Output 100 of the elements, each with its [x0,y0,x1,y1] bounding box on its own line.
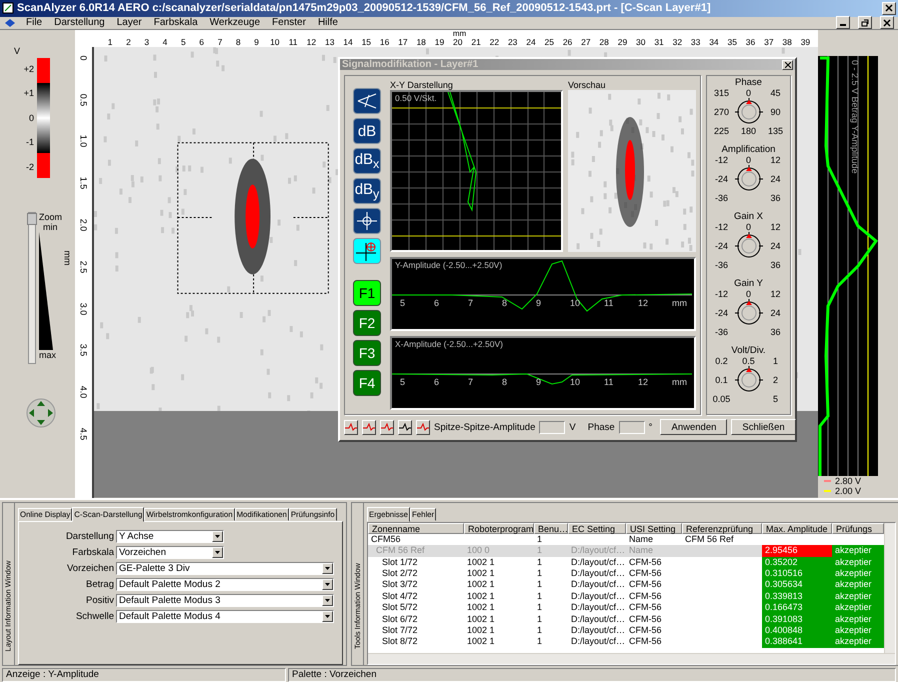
dropdown[interactable]: GE-Palette 3 Div [116,562,334,574]
table-cell: 1 [534,545,568,557]
table-cell-text: 1002 1 [466,556,496,568]
table-cell-text: 1002 1 [466,602,496,614]
db-button[interactable]: dB [353,118,381,144]
dropdown-arrow-icon [325,582,330,586]
knob-scale-label: -12 [714,222,728,232]
menu-item[interactable]: Farbskala [152,17,200,28]
dropdown-arrow-icon [215,550,220,554]
function-button[interactable]: F3 [353,340,381,366]
tool-button[interactable] [353,88,381,114]
field-label: Positiv [85,594,114,606]
column-header[interactable]: Benu… [534,522,568,534]
knob-scale-label: 24 [770,174,780,184]
axis-number: 9 [536,377,542,388]
profile-axis-label: 0 - 2.5 V Betrag Y-Amplitude [850,60,860,174]
ruler-number: 1.0 [78,135,88,148]
vertical-scrollbar[interactable] [884,522,895,653]
knob-title: Gain Y [734,278,763,290]
axis-number: 10 [570,298,582,308]
db-button[interactable]: dB$_{x}$ [353,148,381,174]
ruler-number: 25 [544,38,555,47]
table-cell: akzeptier [832,636,884,648]
tool-button[interactable] [353,208,381,234]
column-header[interactable]: Prüfungs [832,522,884,534]
dropdown[interactable]: Default Palette Modus 3 [116,594,334,606]
axis-number: 6 [434,377,440,388]
db-button[interactable]: dB$_{y}$ [353,178,381,204]
close-icon [883,18,891,27]
dialog-button[interactable]: Schließen [731,419,796,435]
table-cell-text: D:/layout/cf… [570,579,626,591]
table-cell-text: Name [628,534,654,546]
ruler-number: 30 [635,38,646,47]
horizontal-scrollbar[interactable] [368,653,895,664]
column-header[interactable]: Max. Amplitude [762,522,832,534]
dropdown[interactable]: Default Palette Modus 2 [116,578,334,590]
amplitude-field[interactable] [539,420,566,434]
ruler-number: 37 [763,38,775,47]
rotary-knob[interactable] [734,98,764,126]
table-cell-text: 1 [536,636,544,648]
tool-button[interactable] [353,238,381,264]
dropdown[interactable]: Y Achse [116,530,224,542]
trace-title: Y-Amplitude (-2.50...+2.50V) [395,260,502,270]
function-button[interactable]: F4 [353,370,381,396]
scale-label: 0 [28,112,34,125]
scale-label: -1 [26,137,34,150]
axis-number: 5 [400,377,406,388]
ruler-number: 9 [253,38,260,47]
rotary-knob[interactable] [734,299,764,328]
function-button[interactable]: F2 [353,310,381,336]
ruler-number: 3.5 [78,344,88,357]
axis-number: 11 [604,377,614,388]
table-cell: 2.95456 [762,545,832,557]
knob-scale-label: -24 [714,308,728,318]
menu-item[interactable]: Werkzeuge [208,17,262,28]
rotary-knob[interactable] [734,232,764,260]
knob-scale-label: 0.05 [712,394,730,404]
column-header[interactable]: Roboterprogram [464,522,534,534]
rotary-knob[interactable] [734,165,764,194]
close-button[interactable] [880,16,894,30]
table-cell: akzeptier [832,614,884,626]
table-cell-text: Slot 7/72 [381,625,419,636]
table-cell-text: D:/layout/cf… [570,568,626,580]
knob-scale-label: -12 [714,289,728,300]
menu-item[interactable]: Hilfe [316,17,340,28]
column-header[interactable]: EC Setting [568,522,626,534]
dialog-button[interactable]: Anwenden [660,419,728,435]
plot-title: X-Y Darstellung [390,80,454,90]
pan-arrows-icon[interactable] [26,398,56,428]
axis-number: 8 [502,298,508,308]
ruler-number: 28 [598,38,610,47]
ruler-number: 24 [525,38,537,47]
function-button[interactable]: F1 [353,280,381,306]
knob-scale-label: 315 [714,88,730,98]
rotary-knob[interactable] [734,366,764,394]
axis-number: 7 [468,298,474,308]
close-button[interactable] [782,60,793,70]
column-header[interactable]: Referenzprüfung [682,522,762,534]
column-header[interactable]: Zonenname [368,522,464,534]
ruler-number: 6 [198,38,205,47]
menu-item[interactable]: Layer [114,17,144,28]
field-label: Farbskala [71,546,114,558]
menu-item[interactable]: Darstellung [52,17,107,28]
phase-field[interactable] [618,420,645,434]
ruler-number: 14 [342,38,354,47]
zoom-slider-thumb[interactable] [27,213,37,226]
ruler-number: 38 [781,38,793,47]
table-cell-text: 1002 1 [466,590,496,602]
dropdown[interactable]: Default Palette Modus 4 [116,610,334,622]
close-button[interactable] [882,2,896,15]
minimize-button[interactable] [836,16,850,30]
knob-scale-label: -36 [714,193,728,204]
restore-button[interactable] [858,16,872,30]
ruler-number: 13 [324,38,336,47]
menu-item[interactable]: Fenster [270,17,308,28]
menu-item[interactable]: File [24,17,44,28]
table-cell: CFM 56 Ref [368,545,464,557]
dropdown[interactable]: Vorzeichen [116,546,224,558]
column-header[interactable]: USI Setting [626,522,682,534]
ruler-number: 17 [397,38,409,47]
